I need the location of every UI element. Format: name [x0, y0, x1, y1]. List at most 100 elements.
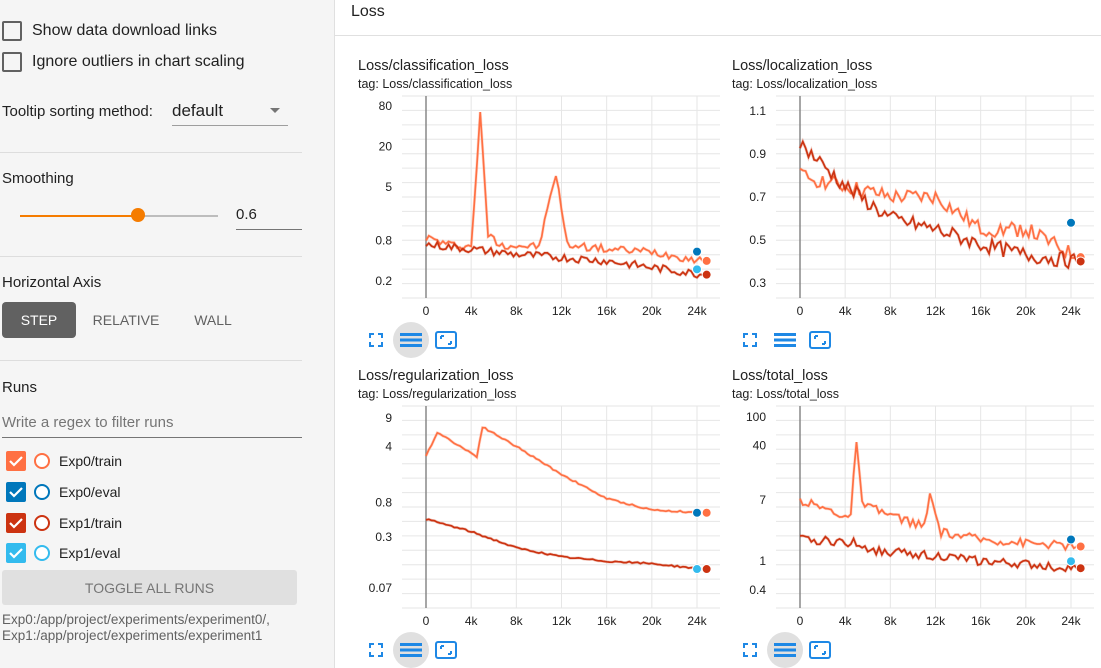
y-tick-label: 20 — [379, 140, 393, 154]
y-tick-label: 0.3 — [375, 530, 392, 544]
axis-step-button[interactable]: STEP — [2, 302, 76, 338]
run-item-exp1-train[interactable]: Exp1/train — [6, 512, 122, 534]
tooltip-sorting-value: default — [172, 101, 224, 120]
ignore-outliers-label: Ignore outliers in chart scaling — [32, 53, 245, 70]
run-item-exp0-train[interactable]: Exp0/train — [6, 450, 122, 472]
chart-plot[interactable]: 0 4k 8k 12k 16k 20k 24k 100 40 7 1 0.4 — [732, 368, 1101, 638]
x-tick-label: 16k — [971, 304, 991, 318]
y-tick-label: 0.8 — [375, 234, 392, 248]
run-label: Exp0/train — [59, 453, 123, 469]
x-tick-label: 20k — [1016, 614, 1036, 628]
y-tick-label: 4 — [385, 439, 392, 453]
run-paths: Exp0:/app/project/experiments/experiment… — [2, 612, 270, 644]
check-icon — [9, 487, 23, 498]
y-tick-label: 7 — [759, 493, 766, 507]
fullscreen-icon[interactable] — [358, 632, 394, 668]
y-tick-label: 0.2 — [375, 274, 392, 288]
smoothing-input[interactable]: 0.6 — [236, 200, 302, 230]
x-tick-label: 8k — [884, 614, 898, 628]
x-tick-label: 24k — [1061, 304, 1081, 318]
series-end-marker — [692, 507, 702, 518]
toggle-all-runs-button[interactable]: TOGGLE ALL RUNS — [2, 570, 297, 605]
series-line-raw — [798, 441, 1078, 553]
series-end-marker — [701, 255, 712, 266]
axis-wall-button[interactable]: WALL — [176, 302, 250, 338]
y-tick-label: 0.7 — [749, 190, 766, 204]
fit-domain-icon[interactable] — [802, 632, 838, 668]
y-tick-label: 80 — [379, 99, 393, 113]
log-scale-icon[interactable] — [767, 632, 803, 668]
series-end-marker — [692, 564, 702, 575]
run-color-circle — [34, 515, 50, 531]
x-tick-label: 12k — [552, 304, 572, 318]
run-filter-input[interactable]: Write a regex to filter runs — [2, 406, 302, 438]
x-tick-label: 24k — [687, 304, 707, 318]
smoothing-slider[interactable] — [20, 215, 218, 217]
axis-relative-button[interactable]: RELATIVE — [84, 302, 168, 338]
section-header[interactable]: Loss — [335, 0, 1101, 36]
y-tick-label: 1 — [759, 554, 766, 568]
chart-plot[interactable]: 0 4k 8k 12k 16k 20k 24k 80 20 5 0.8 0.2 — [358, 58, 728, 328]
divider — [0, 360, 302, 361]
x-tick-label: 16k — [597, 614, 617, 628]
y-tick-label: 1.1 — [749, 104, 766, 118]
run-color-circle — [34, 484, 50, 500]
log-scale-icon[interactable] — [767, 322, 803, 358]
series-line — [425, 518, 703, 570]
series-line-raw — [424, 426, 703, 515]
series-end-marker — [1066, 534, 1076, 545]
run-checkbox[interactable] — [6, 482, 26, 502]
fullscreen-icon[interactable] — [358, 322, 394, 358]
series-end-marker — [692, 264, 702, 275]
run-label: Exp1/train — [59, 515, 123, 531]
chart-plot[interactable]: 0 4k 8k 12k 16k 20k 24k 9 4 0.8 0.3 0.07 — [358, 368, 728, 638]
x-tick-label: 4k — [465, 304, 479, 318]
run-color-circle — [34, 545, 50, 561]
fullscreen-icon[interactable] — [732, 322, 768, 358]
smoothing-label: Smoothing — [2, 170, 74, 187]
divider — [0, 256, 302, 257]
chart-card: Loss/classification_loss tag: Loss/class… — [358, 58, 728, 358]
ignore-outliers-checkbox[interactable]: Ignore outliers in chart scaling — [2, 52, 245, 72]
series-end-marker — [1075, 256, 1086, 267]
run-checkbox[interactable] — [6, 451, 26, 471]
section-title: Loss — [351, 3, 385, 20]
series-line — [799, 139, 1078, 270]
x-tick-label: 20k — [1016, 304, 1036, 318]
run-item-exp0-eval[interactable]: Exp0/eval — [6, 481, 120, 503]
x-tick-label: 12k — [552, 614, 572, 628]
series-line — [799, 442, 1078, 552]
smoothing-slider-thumb[interactable] — [131, 208, 145, 222]
fullscreen-icon[interactable] — [732, 632, 768, 668]
series-end-marker — [1075, 541, 1086, 552]
x-tick-label: 24k — [1061, 614, 1081, 628]
series-end-marker — [1066, 556, 1076, 567]
divider — [0, 152, 302, 153]
series-end-marker — [692, 246, 702, 257]
run-item-exp1-eval[interactable]: Exp1/eval — [6, 542, 120, 564]
x-tick-label: 8k — [510, 614, 524, 628]
run-checkbox[interactable] — [6, 513, 26, 533]
x-tick-label: 24k — [687, 614, 707, 628]
fit-domain-icon[interactable] — [802, 322, 838, 358]
tooltip-sorting-select[interactable]: default — [172, 96, 288, 126]
x-tick-label: 16k — [971, 614, 991, 628]
log-scale-icon[interactable] — [393, 632, 429, 668]
x-tick-label: 20k — [642, 304, 662, 318]
checkbox-box[interactable] — [2, 52, 22, 72]
x-tick-label: 12k — [926, 614, 946, 628]
show-download-links-checkbox[interactable]: Show data download links — [2, 21, 217, 41]
y-tick-label: 40 — [753, 439, 767, 453]
chart-plot[interactable]: 0 4k 8k 12k 16k 20k 24k 1.1 0.9 0.7 0.5 0.3 — [732, 58, 1101, 328]
fit-domain-icon[interactable] — [428, 322, 464, 358]
check-icon — [9, 518, 23, 529]
run-checkbox[interactable] — [6, 543, 26, 563]
series-line-raw — [425, 517, 703, 571]
run-filter-placeholder: Write a regex to filter runs — [2, 414, 174, 431]
checkbox-box[interactable] — [2, 21, 22, 41]
horizontal-axis-label: Horizontal Axis — [2, 274, 102, 291]
series-line — [425, 426, 703, 515]
log-scale-icon[interactable] — [393, 322, 429, 358]
fit-domain-icon[interactable] — [428, 632, 464, 668]
run-path: Exp0:/app/project/experiments/experiment… — [2, 612, 270, 627]
